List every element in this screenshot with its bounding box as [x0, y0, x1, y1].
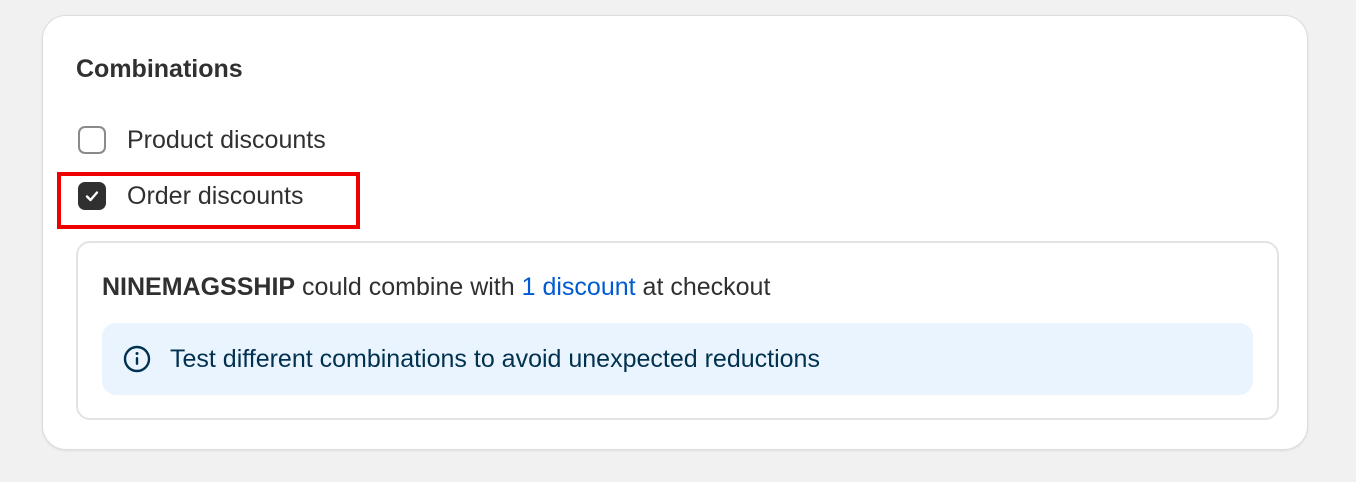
discount-code: NINEMAGSSHIP — [102, 273, 296, 301]
order-discounts-option[interactable]: Order discounts — [78, 180, 303, 212]
discount-count-link[interactable]: 1 discount — [522, 273, 636, 301]
combinations-card: Combinations Product discounts Order dis… — [42, 15, 1308, 450]
order-discounts-checkbox[interactable] — [78, 182, 106, 210]
info-banner: Test different combinations to avoid une… — [102, 323, 1253, 395]
summary-end-text: at checkout — [642, 273, 771, 301]
product-discounts-label[interactable]: Product discounts — [127, 124, 326, 156]
summary-middle-text: could combine with — [302, 273, 515, 301]
product-discounts-option[interactable]: Product discounts — [78, 124, 326, 156]
card-title: Combinations — [76, 55, 243, 83]
product-discounts-checkbox[interactable] — [78, 126, 106, 154]
checkmark-icon — [85, 191, 99, 202]
info-icon — [122, 344, 152, 374]
info-banner-text: Test different combinations to avoid une… — [170, 345, 820, 373]
combination-summary: NINEMAGSSHIP could combine with 1 discou… — [102, 271, 770, 303]
combination-summary-box: NINEMAGSSHIP could combine with 1 discou… — [76, 241, 1279, 420]
order-discounts-label[interactable]: Order discounts — [127, 180, 303, 212]
